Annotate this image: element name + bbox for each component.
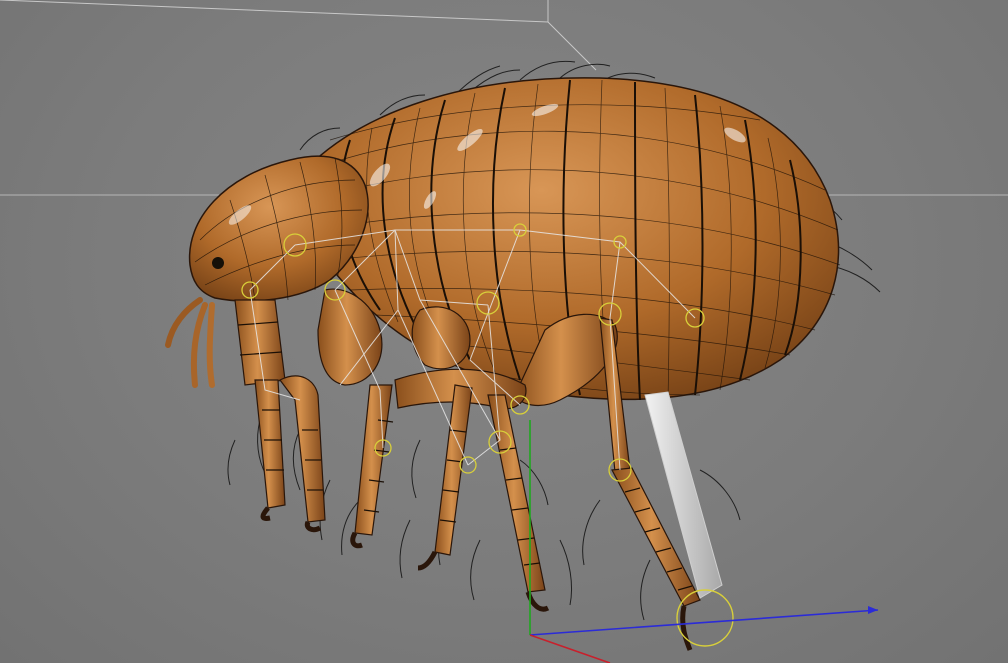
eye-icon — [212, 257, 224, 269]
viewport-canvas[interactable] — [0, 0, 1008, 663]
flea-leg-front — [234, 288, 394, 549]
flea-mouthparts — [165, 297, 215, 388]
3d-viewport[interactable] — [0, 0, 1008, 663]
